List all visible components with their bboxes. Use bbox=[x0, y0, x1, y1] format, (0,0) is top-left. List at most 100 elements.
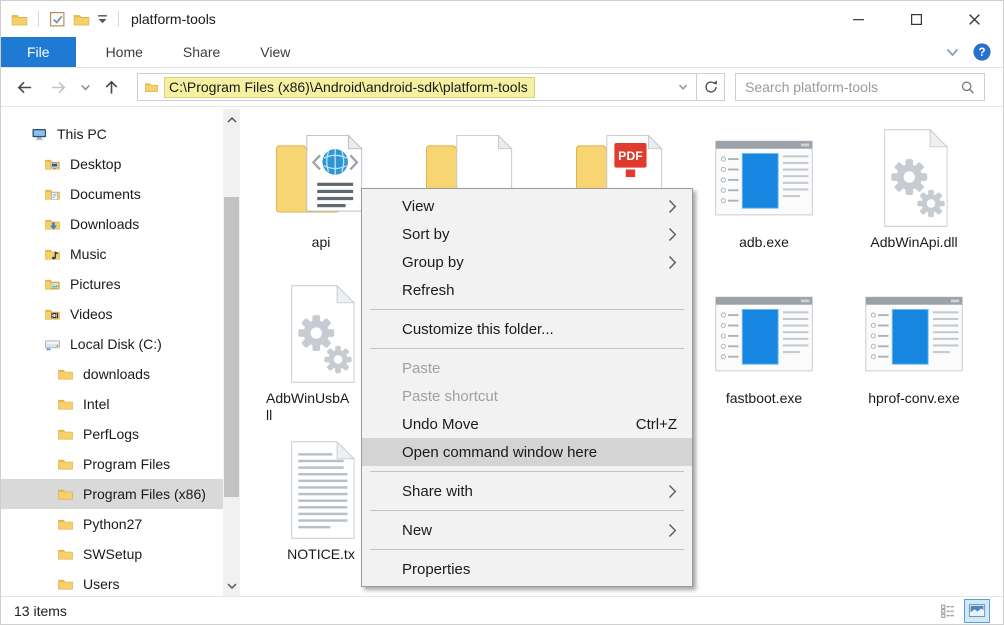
submenu-arrow-icon bbox=[668, 255, 677, 270]
file-item-label: api bbox=[266, 234, 376, 251]
close-button[interactable] bbox=[945, 1, 1003, 37]
customize-toolbar-caret-icon[interactable] bbox=[97, 14, 108, 25]
sidebar-item[interactable]: Music bbox=[1, 239, 223, 269]
context-menu-item[interactable]: Properties bbox=[362, 555, 692, 583]
context-menu-item[interactable]: Paste shortcut bbox=[362, 382, 692, 410]
file-item[interactable]: NOTICE.tx bbox=[266, 433, 376, 563]
explorer-body: This PC Desktop Documents Downloads Musi… bbox=[1, 109, 1003, 596]
sidebar-item[interactable]: PerfLogs bbox=[1, 419, 223, 449]
sidebar-item[interactable]: Videos bbox=[1, 299, 223, 329]
file-item[interactable]: fastboot.exe bbox=[709, 277, 819, 407]
navigation-pane: This PC Desktop Documents Downloads Musi… bbox=[1, 109, 241, 596]
sidebar-item[interactable]: Program Files bbox=[1, 449, 223, 479]
search-box[interactable]: Search platform-tools bbox=[735, 73, 985, 101]
file-item-label: adb.exe bbox=[709, 234, 819, 251]
minimize-button[interactable] bbox=[829, 1, 887, 37]
thumbnail-view-icon bbox=[967, 602, 987, 620]
context-menu-item[interactable]: New bbox=[362, 516, 692, 544]
sidebar-item[interactable]: Intel bbox=[1, 389, 223, 419]
sidebar-item[interactable]: downloads bbox=[1, 359, 223, 389]
context-menu-item[interactable]: Undo Move Ctrl+Z bbox=[362, 410, 692, 438]
context-menu-item[interactable]: View bbox=[362, 192, 692, 220]
tab-home[interactable]: Home bbox=[96, 37, 153, 67]
sidebar-item-label: Documents bbox=[70, 186, 141, 202]
file-item-label: AdbWinUsbA ll bbox=[266, 390, 376, 424]
sidebar-item[interactable]: Downloads bbox=[1, 209, 223, 239]
ribbon-right-controls bbox=[945, 37, 1003, 67]
sidebar-item-label: Local Disk (C:) bbox=[70, 336, 162, 352]
status-bar: 13 items bbox=[1, 596, 1003, 624]
context-menu-item[interactable]: Refresh bbox=[362, 276, 692, 304]
sidebar-item[interactable]: Python27 bbox=[1, 509, 223, 539]
desktop-icon bbox=[44, 156, 70, 172]
window-title: platform-tools bbox=[131, 11, 216, 27]
tab-view[interactable]: View bbox=[250, 37, 300, 67]
tab-share[interactable]: Share bbox=[173, 37, 230, 67]
scroll-up-button[interactable] bbox=[223, 111, 240, 128]
sidebar-item[interactable]: Documents bbox=[1, 179, 223, 209]
up-button[interactable] bbox=[95, 72, 127, 102]
address-path[interactable]: C:\Program Files (x86)\Android\android-s… bbox=[164, 77, 535, 98]
scrollbar-thumb[interactable] bbox=[224, 197, 239, 497]
folder-icon bbox=[57, 516, 83, 532]
details-view-button[interactable] bbox=[935, 599, 961, 623]
sidebar-item[interactable]: SWSetup bbox=[1, 539, 223, 569]
context-menu-item[interactable]: Paste bbox=[362, 354, 692, 382]
chevron-down-icon bbox=[79, 81, 92, 94]
refresh-button[interactable] bbox=[696, 73, 725, 101]
context-menu-item[interactable]: Group by bbox=[362, 248, 692, 276]
sidebar-item[interactable]: Desktop bbox=[1, 149, 223, 179]
context-menu-item[interactable]: Share with bbox=[362, 477, 692, 505]
menu-item-label: Open command window here bbox=[402, 444, 597, 461]
scroll-down-button[interactable] bbox=[223, 577, 240, 594]
navigation-toolbar: C:\Program Files (x86)\Android\android-s… bbox=[1, 68, 1003, 107]
sidebar-item-label: Users bbox=[83, 576, 120, 592]
folder-icon bbox=[57, 426, 83, 442]
quick-access-toolbar bbox=[1, 11, 122, 28]
help-icon[interactable] bbox=[973, 43, 991, 61]
context-menu-item[interactable]: Customize this folder... bbox=[362, 315, 692, 343]
folder-icon bbox=[57, 576, 83, 592]
sidebar-item[interactable]: Program Files (x86) bbox=[1, 479, 223, 509]
back-button[interactable] bbox=[7, 72, 41, 102]
menu-item-label: Paste shortcut bbox=[402, 388, 498, 405]
file-item[interactable]: api bbox=[266, 121, 376, 251]
properties-icon[interactable] bbox=[49, 11, 66, 28]
documents-icon bbox=[44, 186, 70, 202]
sidebar-item-label: Music bbox=[70, 246, 107, 262]
address-bar[interactable]: C:\Program Files (x86)\Android\android-s… bbox=[137, 73, 697, 101]
sidebar-item[interactable]: Local Disk (C:) bbox=[1, 329, 223, 359]
maximize-button[interactable] bbox=[887, 1, 945, 37]
file-item[interactable]: AdbWinUsbA ll bbox=[266, 277, 376, 424]
app-icon bbox=[709, 277, 819, 387]
submenu-arrow-icon bbox=[668, 484, 677, 499]
menu-item-label: Refresh bbox=[402, 282, 455, 299]
tab-file[interactable]: File bbox=[1, 37, 76, 67]
search-icon[interactable] bbox=[960, 80, 975, 95]
downloads-icon bbox=[44, 216, 70, 232]
file-item[interactable]: adb.exe bbox=[709, 121, 819, 251]
expand-ribbon-chevron-icon[interactable] bbox=[945, 45, 960, 60]
menu-item-label: Properties bbox=[402, 561, 470, 578]
sidebar-item[interactable]: Users bbox=[1, 569, 223, 599]
file-list-area: api adb.exe Ad bbox=[241, 109, 1003, 596]
sidebar-scrollbar[interactable] bbox=[223, 109, 240, 596]
dll-icon bbox=[266, 277, 376, 387]
new-folder-icon[interactable] bbox=[73, 11, 90, 28]
context-menu-item[interactable]: Sort by bbox=[362, 220, 692, 248]
file-item-label: fastboot.exe bbox=[709, 390, 819, 407]
menu-item-label: Undo Move bbox=[402, 416, 479, 433]
folder-icon bbox=[57, 366, 83, 382]
sidebar-item[interactable]: This PC bbox=[1, 119, 223, 149]
address-dropdown-button[interactable] bbox=[670, 74, 696, 100]
context-menu-item[interactable]: Open command window here bbox=[362, 438, 692, 466]
ribbon-tab-bar: File Home Share View bbox=[1, 37, 1003, 68]
thumbnail-view-button[interactable] bbox=[964, 599, 990, 623]
file-item[interactable]: hprof-conv.exe bbox=[859, 277, 969, 407]
forward-arrow-icon bbox=[49, 78, 68, 97]
sidebar-item[interactable]: Pictures bbox=[1, 269, 223, 299]
menu-item-label: Group by bbox=[402, 254, 464, 271]
forward-button[interactable] bbox=[41, 72, 75, 102]
file-item[interactable]: AdbWinApi.dll bbox=[859, 121, 969, 251]
recent-locations-button[interactable] bbox=[75, 72, 95, 102]
